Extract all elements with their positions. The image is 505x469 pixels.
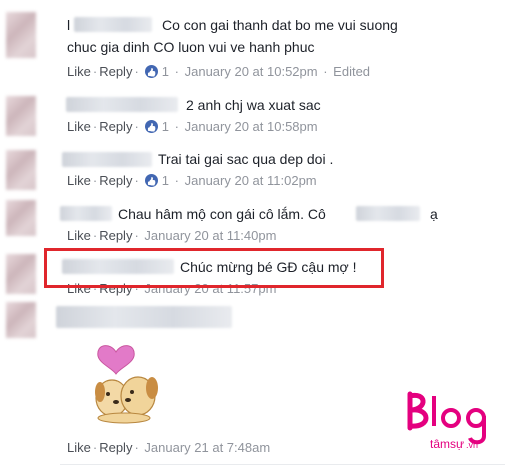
comment-timestamp[interactable]: January 20 at 11:40pm (144, 228, 276, 243)
like-button[interactable]: Like (67, 440, 91, 455)
reply-button[interactable]: Reply (99, 440, 132, 455)
edited-label[interactable]: Edited (333, 64, 370, 79)
avatar[interactable] (6, 200, 36, 236)
reply-button[interactable]: Reply (99, 173, 132, 188)
comment-timestamp[interactable]: January 21 at 7:48am (144, 440, 270, 455)
avatar[interactable] (6, 12, 36, 58)
puppy-love-sticker[interactable] (82, 336, 172, 426)
highlight-box (44, 248, 384, 288)
comment-actions: Like · Reply · January 21 at 7:48am (67, 440, 271, 455)
comment-actions: Like·Reply·1 · January 20 at 11:02pm (67, 173, 317, 189)
comment-actions: Like·Reply·1 · January 20 at 10:58pm (67, 119, 318, 135)
comment-actions: Like · Reply · January 20 at 11:40pm (67, 228, 277, 243)
like-reaction-icon[interactable] (144, 174, 158, 187)
reaction-count[interactable]: 1 (162, 64, 169, 79)
comment-text-suffix: ạ (430, 206, 438, 222)
avatar[interactable] (6, 96, 36, 136)
avatar[interactable] (6, 150, 36, 190)
comment-text: Trai tai gai sac qua dep doi . (158, 151, 334, 167)
comment-text: 2 anh chj wa xuat sac (186, 97, 321, 113)
reaction-count[interactable]: 1 (162, 173, 169, 188)
commenter-name-redacted (60, 206, 112, 221)
comment-text-line-1: Co con gai thanh dat bo me vui suong (162, 17, 398, 33)
avatar[interactable] (6, 302, 36, 338)
like-button[interactable]: Like (67, 64, 91, 79)
like-button[interactable]: Like (67, 119, 91, 134)
commenter-name-redacted (74, 17, 152, 32)
reply-button[interactable]: Reply (99, 228, 132, 243)
like-button[interactable]: Like (67, 228, 91, 243)
commenter-name-redacted (66, 97, 178, 112)
blog-tamsu-logo: tâmsự .vn (407, 391, 486, 451)
comment-actions: Like·Reply·1 · January 20 at 10:52pm · E… (67, 64, 370, 80)
comment-text: Chau hâm mộ con gái cô lắm. Cô (118, 206, 326, 222)
avatar[interactable] (6, 254, 36, 294)
reply-button[interactable]: Reply (99, 119, 132, 134)
comment-timestamp[interactable]: January 20 at 10:52pm (185, 64, 318, 79)
comment-timestamp[interactable]: January 20 at 10:58pm (185, 119, 318, 134)
logo-tld: .vn (466, 440, 478, 450)
like-reaction-icon[interactable] (144, 65, 158, 78)
commenter-name-initial[interactable]: l (67, 16, 70, 34)
reply-button[interactable]: Reply (99, 64, 132, 79)
reaction-count[interactable]: 1 (162, 119, 169, 134)
logo-subtext: tâmsự (430, 437, 464, 451)
heart-icon (97, 345, 135, 375)
divider (60, 464, 505, 465)
mentioned-name-redacted (356, 206, 420, 221)
comment-text-line-2: chuc gia dinh CO luon vui ve hanh phuc (67, 39, 315, 55)
commenter-name-redacted (56, 306, 232, 328)
like-reaction-icon[interactable] (144, 120, 158, 133)
like-button[interactable]: Like (67, 173, 91, 188)
comment-timestamp[interactable]: January 20 at 11:02pm (185, 173, 317, 188)
commenter-name-redacted (62, 152, 152, 167)
